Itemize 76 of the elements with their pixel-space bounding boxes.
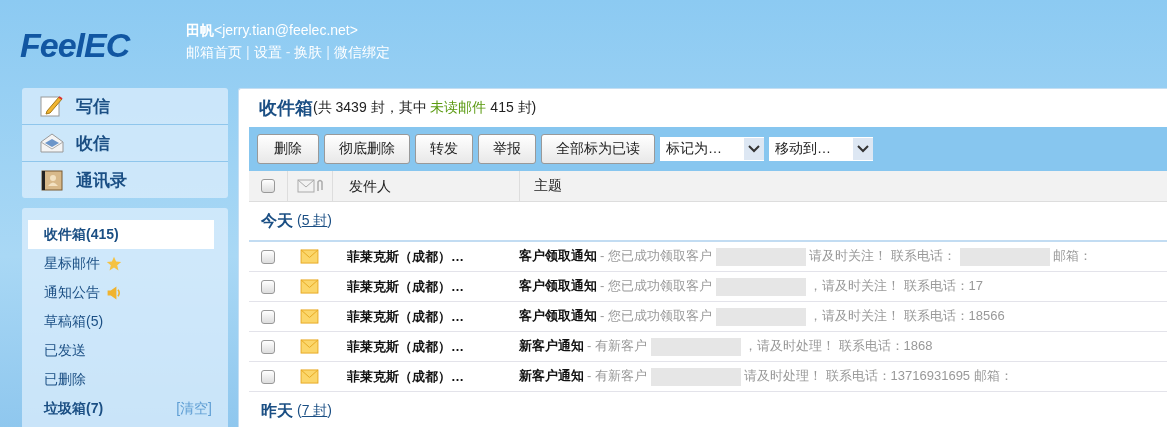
envelope-icon: [299, 279, 319, 294]
separator: -: [285, 43, 291, 62]
address-book-icon: [40, 168, 64, 192]
sender: 菲莱克斯（成都）…: [346, 367, 465, 386]
mailbox-summary: (共 3439 封，其中 未读邮件 415 封): [313, 99, 537, 115]
row-checkbox[interactable]: [261, 309, 275, 324]
subject: 客户领取通知: [519, 248, 597, 264]
logo: FeelEC: [20, 26, 132, 65]
toolbar-button[interactable]: 举报: [478, 134, 536, 164]
sender: 菲莱克斯（成都）…: [346, 307, 465, 326]
envelope-icon: [299, 309, 319, 324]
toolbar-button[interactable]: 删除: [257, 134, 319, 164]
dropdown[interactable]: 移动到…: [769, 137, 873, 161]
folder-item[interactable]: 已发送: [28, 336, 214, 365]
caret-icon: [744, 138, 764, 160]
row-checkbox[interactable]: [261, 279, 275, 294]
dropdown[interactable]: 标记为…: [660, 137, 764, 161]
envelope-icon: [299, 249, 319, 264]
mail-row[interactable]: 菲莱克斯（成都）… 新客户通知 - 有新客户 ，请及时处理！ 联系电话：1868: [249, 332, 1167, 362]
mail-row[interactable]: 菲莱克斯（成都）… 客户领取通知 - 您已成功领取客户 ，请及时关注！ 联系电话：18566: [249, 302, 1167, 332]
preview-text: ，请及时关注！ 联系电话：17: [808, 278, 984, 294]
subject: 客户领取通知: [519, 308, 597, 324]
group-label: 今天: [261, 210, 293, 231]
sidebar-action[interactable]: 收信: [22, 125, 228, 162]
subject: 客户领取通知: [519, 278, 597, 294]
subject: 新客户通知: [519, 368, 584, 384]
folder-item[interactable]: 收件箱(415): [28, 220, 214, 249]
preview-text: - 您已成功领取客户: [600, 248, 712, 264]
preview-text: 请及时关注！ 联系电话：: [808, 248, 956, 264]
preview-text: 邮箱：: [1052, 248, 1092, 264]
subject: 新客户通知: [519, 338, 584, 354]
preview-text: - 有新客户: [587, 368, 647, 384]
group-label: 昨天: [261, 400, 293, 421]
sidebar-action[interactable]: 通讯录: [22, 162, 228, 198]
preview-text: - 您已成功领取客户: [600, 278, 712, 294]
envelope-icon: [40, 131, 64, 155]
preview-text: - 有新客户: [587, 338, 647, 354]
separator: |: [246, 43, 250, 62]
column-header[interactable]: 主题: [520, 177, 1167, 195]
preview-text: ，请及时处理！ 联系电话：1868: [743, 338, 933, 354]
folder-item[interactable]: 草稿箱(5): [28, 307, 214, 336]
caret-icon: [853, 138, 873, 160]
envelope-icon: [299, 369, 319, 384]
mail-row[interactable]: 菲莱克斯（成都）… 新客户通知 - 有新客户 请及时处理！ 联系电话：13716931695 邮箱：: [249, 362, 1167, 392]
row-checkbox[interactable]: [261, 249, 275, 264]
pencil-icon: [40, 94, 64, 118]
preview-text: ，请及时关注！ 联系电话：18566: [808, 308, 1005, 324]
separator: |: [326, 43, 330, 62]
envelope-icon: [299, 339, 319, 354]
folder-item[interactable]: 垃圾箱(7) [清空]: [28, 394, 214, 423]
sender: 菲莱克斯（成都）…: [346, 337, 465, 356]
toolbar-button[interactable]: 转发: [415, 134, 473, 164]
preview-text: 请及时处理！ 联系电话：13716931695 邮箱：: [743, 368, 1013, 384]
toolbar-button[interactable]: 全部标为已读: [541, 134, 655, 164]
row-checkbox[interactable]: [261, 369, 275, 384]
folder-item[interactable]: 通知公告: [28, 278, 214, 307]
sender: 菲莱克斯（成都）…: [346, 277, 465, 296]
column-header[interactable]: 发件人: [333, 171, 520, 201]
folder-item[interactable]: 已删除: [28, 365, 214, 394]
mail-row[interactable]: 菲莱克斯（成都）… 客户领取通知 - 您已成功领取客户 请及时关注！ 联系电话： 邮箱：: [249, 242, 1167, 272]
sender: 菲莱克斯（成都）…: [346, 247, 465, 266]
speaker-icon: [106, 284, 122, 301]
preview-text: - 您已成功领取客户: [600, 308, 712, 324]
mailbox-title: 收件箱: [259, 97, 313, 120]
mail-row[interactable]: 菲莱克斯（成都）… 客户领取通知 - 您已成功领取客户 ，请及时关注！ 联系电话：17: [249, 272, 1167, 302]
row-checkbox[interactable]: [261, 339, 275, 354]
group-count: (5 封): [297, 212, 333, 230]
toolbar-button[interactable]: 彻底删除: [324, 134, 410, 164]
user-email: <jerry.tian@feelec.net>: [214, 22, 358, 38]
envelope-paperclip-icon: [297, 179, 323, 193]
group-count: (7 封): [297, 402, 333, 420]
folder-item[interactable]: 星标邮件: [28, 249, 214, 278]
select-all-checkbox[interactable]: [261, 179, 275, 193]
star-icon: [106, 255, 122, 272]
user-name: 田帆: [186, 22, 214, 38]
sidebar-action[interactable]: 写信: [22, 88, 228, 125]
